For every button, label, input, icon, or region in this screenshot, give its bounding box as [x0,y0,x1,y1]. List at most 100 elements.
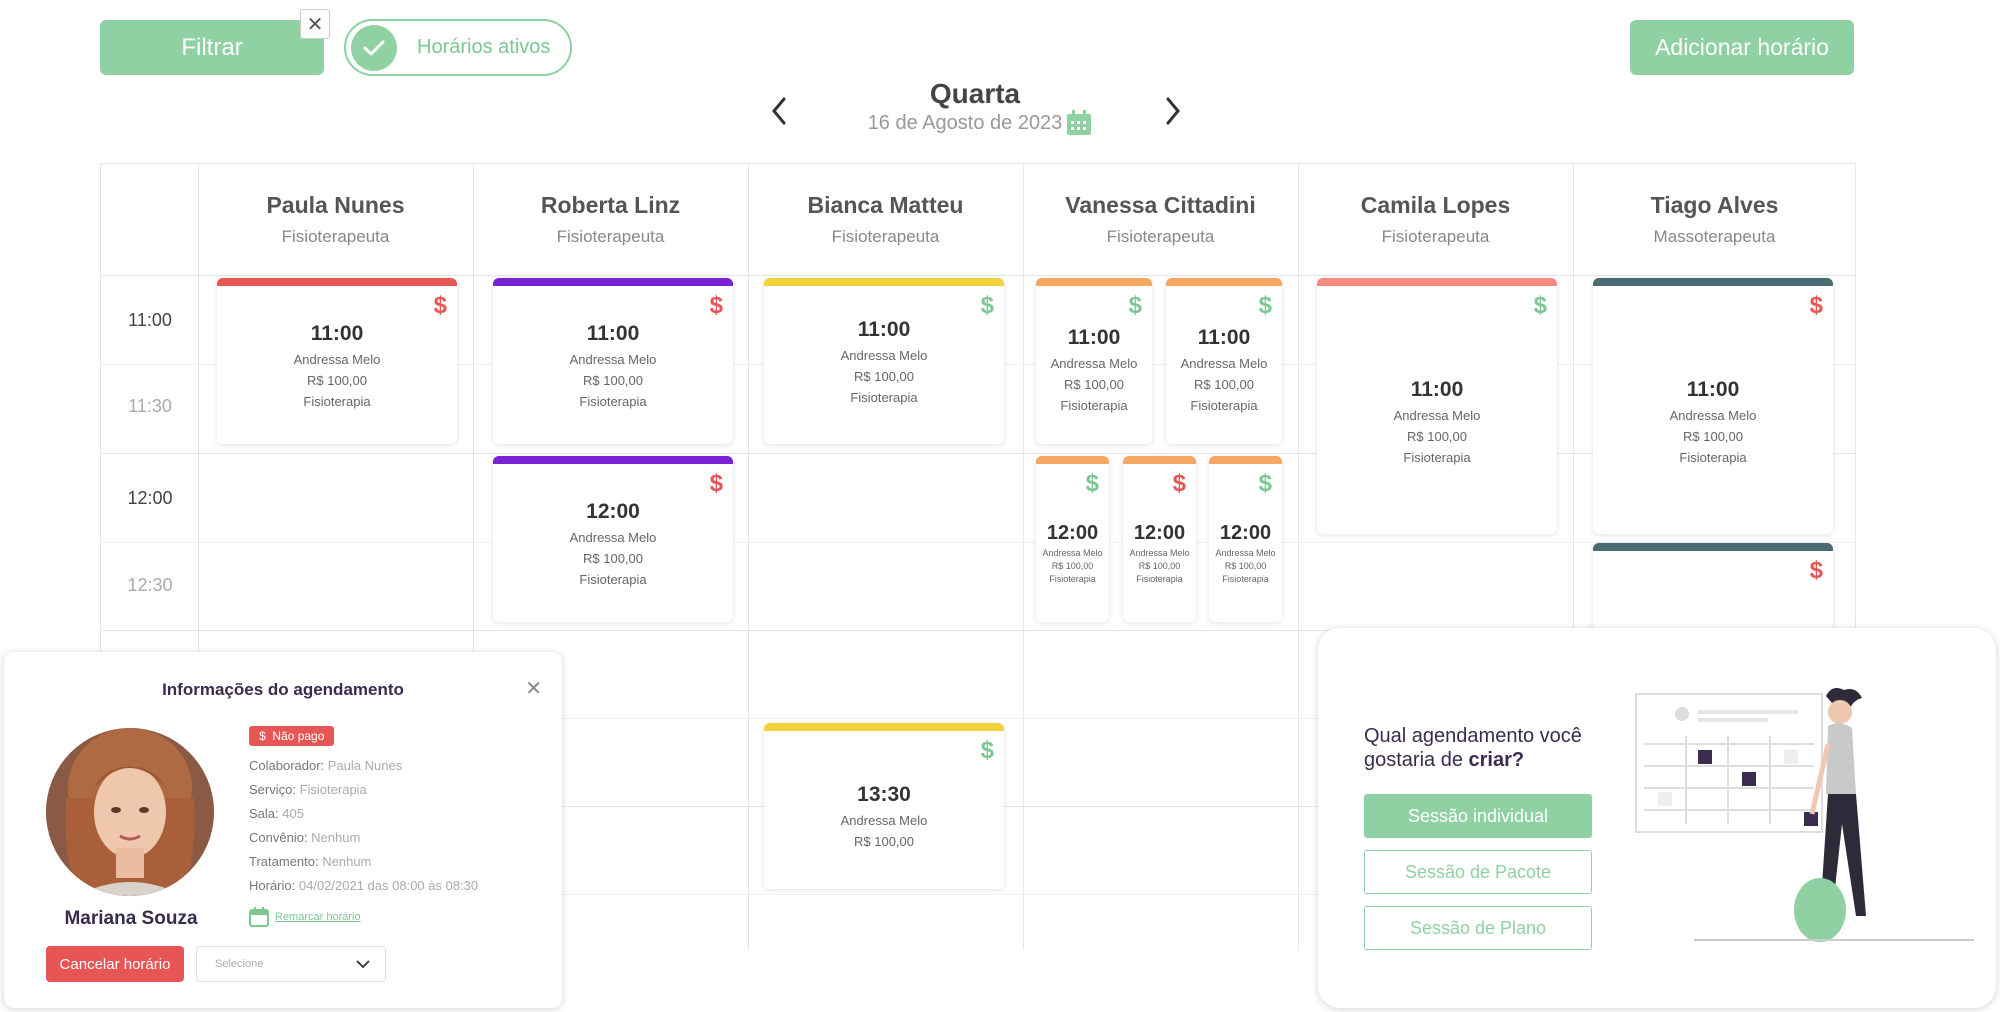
reschedule-label[interactable]: Remarcar horário [275,911,361,923]
filter-button[interactable]: Filtrar [100,20,324,75]
appointment-card[interactable]: $11:00 Andressa Melo R$ 100,00 Fisioterapia [1317,278,1557,534]
appointment-price: R$ 100,00 [1407,429,1467,444]
appointment-time: 12:00 [586,500,640,523]
service-name: Fisioterapia [1136,574,1183,584]
cancel-schedule-button[interactable]: Cancelar horário [46,946,184,982]
appointment-time: 13:30 [857,783,911,806]
appointment-card[interactable]: $ [1593,543,1833,633]
appointment-time: 11:00 [310,322,364,345]
appointment-time: 12:00 [1133,522,1186,544]
patient-name: Mariana Souza [64,908,198,929]
patient-name: Andressa Melo [1669,408,1757,423]
create-appointment-popup: Qual agendamento você gostaria de criar?… [1318,628,1996,1008]
column-header: Bianca Matteu Fisioterapeuta [748,192,1023,247]
appointment-card[interactable]: $11:00 Andressa Melo R$ 100,00 Fisioterapia [217,278,457,444]
appointment-price: R$ 100,00 [1064,377,1124,392]
professional-role: Fisioterapeuta [281,227,390,246]
appointment-time: 11:00 [1067,326,1121,349]
appointment-time: 12:00 [1046,522,1099,544]
service-name: Fisioterapia [1190,398,1258,413]
reschedule-link[interactable]: Remarcar horário [249,907,361,927]
patient-name: Andressa Melo [569,352,657,367]
popup-title: Informações do agendamento [162,680,404,699]
appointment-card[interactable]: $11:00 Andressa Melo R$ 100,00 Fisioterapia [1593,278,1833,534]
toggle-label: Horários ativos [417,36,551,58]
professional-name: Paula Nunes [266,192,405,218]
time-label: 12:00 [127,488,173,508]
payment-status-icon: $ [1128,292,1142,319]
appointment-card[interactable]: $11:00 Andressa Melo R$ 100,00 Fisioterapia [764,278,1004,444]
patient-name: Andressa Melo [840,813,928,828]
professional-name: Bianca Matteu [807,192,964,218]
appointment-price: R$ 100,00 [1194,377,1254,392]
payment-status-icon: $ [1258,470,1272,497]
professional-role: Massoterapeuta [1653,227,1776,246]
calendar-icon[interactable] [1066,110,1092,141]
appointment-card[interactable]: $12:00 Andressa Melo R$ 100,00 Fisioterapia [493,456,733,622]
appointment-price: R$ 100,00 [1051,561,1094,571]
column-header: Roberta Linz Fisioterapeuta [473,192,748,247]
service-name: Fisioterapia [1679,450,1747,465]
appointment-card[interactable]: $11:00 Andressa Melo R$ 100,00 Fisioterapia [493,278,733,444]
appointment-time: 11:00 [586,322,640,345]
patient-name: Andressa Melo [1393,408,1481,423]
payment-status-badge: $ Não pago [249,726,335,746]
select-placeholder: Selecione [215,958,264,970]
patient-name: Andressa Melo [1050,356,1138,371]
appointment-card[interactable]: $13:30 Andressa Melo R$ 100,00 [764,723,1004,889]
clear-filter-icon[interactable]: ✕ [300,9,330,39]
payment-status-icon: $ [709,292,723,319]
appointment-time: 11:00 [1197,326,1251,349]
close-icon[interactable]: ✕ [525,676,542,701]
payment-status-icon: $ [1258,292,1272,319]
time-label: 12:30 [127,575,173,595]
appointment-card[interactable]: $11:00 Andressa Melo R$ 100,00 Fisioterapia [1036,278,1152,444]
chevron-right-icon[interactable] [1158,94,1188,128]
status-select[interactable]: Selecione [196,946,386,982]
appointment-card[interactable]: $11:00 Andressa Melo R$ 100,00 Fisioterapia [1166,278,1282,444]
patient-name: Andressa Melo [1180,356,1268,371]
patient-name: Andressa Melo [293,352,381,367]
appointment-time: 11:00 [1686,378,1740,401]
appointment-time: 11:00 [1410,378,1464,401]
info-row: Serviço: Fisioterapia [249,782,367,797]
appointment-card[interactable]: $12:00 Andressa Melo R$ 100,00 Fisioterapia [1209,456,1282,622]
service-name: Fisioterapia [850,390,918,405]
professional-role: Fisioterapeuta [556,227,665,246]
chevron-down-icon [356,960,370,969]
plan-session-button[interactable]: Sessão de Plano [1364,906,1592,950]
chevron-left-icon[interactable] [764,94,794,128]
column-header: Tiago Alves Massoterapeuta [1573,192,1856,247]
info-row: Sala: 405 [249,806,304,821]
professional-role: Fisioterapeuta [1381,227,1490,246]
package-session-button[interactable]: Sessão de Pacote [1364,850,1592,894]
service-name: Fisioterapia [1060,398,1128,413]
appointment-card[interactable]: $12:00 Andressa Melo R$ 100,00 Fisioterapia [1036,456,1109,622]
avatar [46,728,214,896]
active-schedules-toggle[interactable]: Horários ativos [344,19,572,76]
info-row: Horário: 04/02/2021 das 08:00 às 08:30 [249,878,479,893]
service-name: Fisioterapia [579,394,647,409]
column-header: Paula Nunes Fisioterapeuta [198,192,473,247]
payment-status-icon: $ [709,470,723,497]
individual-session-button[interactable]: Sessão individual [1364,794,1592,838]
payment-status-icon: $ [1809,557,1823,584]
service-name: Fisioterapia [1049,574,1096,584]
create-question: Qual agendamento você gostaria de criar? [1364,725,1582,771]
patient-name: Andressa Melo [569,530,657,545]
check-icon [351,24,397,71]
info-row: Tratamento: Nenhum [249,854,372,869]
payment-status-icon: $ [1085,470,1099,497]
patient-name: Andressa Melo [1042,548,1103,558]
appointment-card[interactable]: $12:00 Andressa Melo R$ 100,00 Fisioterapia [1123,456,1196,622]
payment-status-icon: $ [980,737,994,764]
patient-name: Andressa Melo [1215,548,1276,558]
payment-status-icon: $ [1533,292,1547,319]
professional-role: Fisioterapeuta [1106,227,1215,246]
appointment-price: R$ 100,00 [854,369,914,384]
payment-status-label: Não pago [272,729,325,743]
payment-status-icon: $ [1172,470,1186,497]
service-name: Fisioterapia [579,572,647,587]
weekday-title: Quarta [929,78,1021,109]
add-schedule-button[interactable]: Adicionar horário [1630,20,1854,75]
